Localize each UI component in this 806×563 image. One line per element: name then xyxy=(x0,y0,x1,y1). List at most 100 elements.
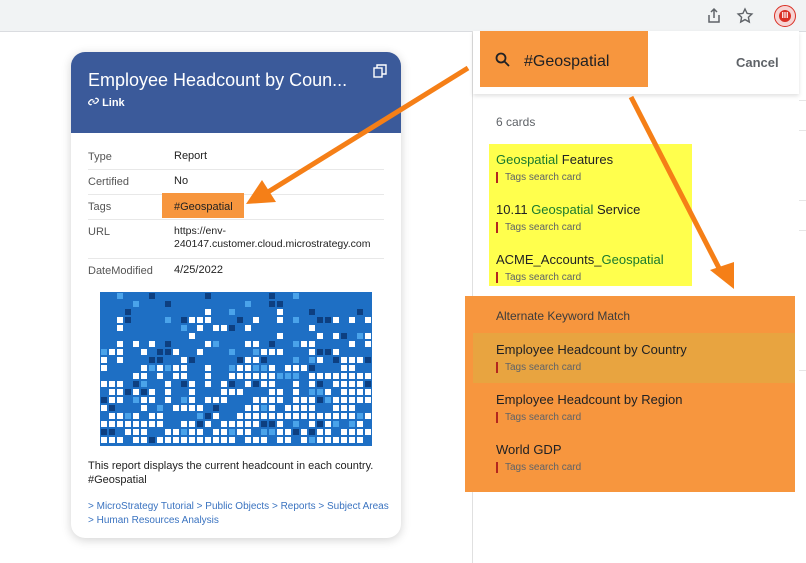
thumbnail-cell xyxy=(101,349,107,355)
thumbnail-cell xyxy=(341,333,347,339)
thumbnail-cell xyxy=(301,405,307,411)
thumbnail-cell xyxy=(357,389,363,395)
thumbnail-cell xyxy=(237,317,243,323)
thumbnail-cell xyxy=(213,437,219,443)
thumbnail-cell xyxy=(133,389,139,395)
thumbnail-cell xyxy=(365,357,371,363)
microstrategy-extension-icon[interactable]: III xyxy=(774,5,796,27)
thumbnail-cell xyxy=(165,365,171,371)
breadcrumb-line[interactable]: > Human Resources Analysis xyxy=(88,515,219,526)
result-item[interactable]: ACME_Accounts_Geospatial Tags search car… xyxy=(496,252,664,283)
thumbnail-cell xyxy=(357,421,363,427)
result-item[interactable]: Employee Headcount by Country Tags searc… xyxy=(496,342,687,373)
star-icon[interactable] xyxy=(735,6,755,26)
thumbnail-cell xyxy=(245,357,251,363)
thumbnail-cell xyxy=(309,309,315,315)
thumbnail-cell xyxy=(181,421,187,427)
thumbnail-cell xyxy=(125,413,131,419)
thumbnail-cell xyxy=(293,373,299,379)
thumbnail-cell xyxy=(293,317,299,323)
breadcrumb[interactable]: > MicroStrategy Tutorial > Public Object… xyxy=(88,500,393,528)
thumbnail-cell xyxy=(141,381,147,387)
result-title: 10.11 Geospatial Service xyxy=(496,202,641,217)
result-item[interactable]: Geospatial Features Tags search card xyxy=(496,152,613,183)
thumbnail-cell xyxy=(261,373,267,379)
thumbnail-cell xyxy=(341,381,347,387)
thumbnail-cell xyxy=(149,413,155,419)
copy-icon[interactable] xyxy=(373,64,387,78)
thumbnail-cell xyxy=(109,437,115,443)
thumbnail-cell xyxy=(253,341,259,347)
share-icon[interactable] xyxy=(704,6,724,26)
thumbnail-cell xyxy=(237,429,243,435)
thumbnail-cell xyxy=(357,373,363,379)
thumbnail-cell xyxy=(205,317,211,323)
tag-value[interactable]: #Geospatial xyxy=(174,201,233,213)
thumbnail-cell xyxy=(349,397,355,403)
url-value[interactable]: https://env- 240147.customer.cloud.micro… xyxy=(174,225,370,251)
thumbnail-cell xyxy=(293,405,299,411)
breadcrumb-line[interactable]: > MicroStrategy Tutorial > Public Object… xyxy=(88,501,389,512)
link-icon xyxy=(88,97,102,109)
thumbnail-cell xyxy=(109,381,115,387)
thumbnail-cell xyxy=(253,373,259,379)
thumbnail-cell xyxy=(229,421,235,427)
thumbnail-cell xyxy=(349,405,355,411)
thumbnail-cell xyxy=(189,421,195,427)
search-header: #Geospatial Cancel xyxy=(473,31,799,94)
thumbnail-cell xyxy=(117,293,123,299)
thumbnail-cell xyxy=(293,365,299,371)
thumbnail-cell xyxy=(253,317,259,323)
thumbnail-cell xyxy=(157,365,163,371)
thumbnail-cell xyxy=(333,333,339,339)
result-item[interactable]: 10.11 Geospatial Service Tags search car… xyxy=(496,202,640,233)
cancel-button[interactable]: Cancel xyxy=(736,55,779,70)
thumbnail-cell xyxy=(277,309,283,315)
thumbnail-cell xyxy=(285,365,291,371)
thumbnail-cell xyxy=(245,381,251,387)
result-item[interactable]: World GDP Tags search card xyxy=(496,442,581,473)
thumbnail-cell xyxy=(245,437,251,443)
thumbnail-cell xyxy=(149,421,155,427)
thumbnail-cell xyxy=(149,437,155,443)
thumbnail-cell xyxy=(269,341,275,347)
thumbnail-cell xyxy=(269,429,275,435)
thumbnail-cell xyxy=(229,437,235,443)
thumbnail-cell xyxy=(101,357,107,363)
thumbnail-cell xyxy=(117,381,123,387)
thumbnail-cell xyxy=(221,429,227,435)
thumbnail-cell xyxy=(125,421,131,427)
thumbnail-cell xyxy=(293,413,299,419)
thumbnail-cell xyxy=(237,421,243,427)
thumbnail-cell xyxy=(261,397,267,403)
field-value: No xyxy=(174,175,189,187)
thumbnail-cell xyxy=(333,397,339,403)
thumbnail-cell xyxy=(349,381,355,387)
field-key: DateModified xyxy=(88,265,153,277)
result-item[interactable]: Employee Headcount by Region Tags search… xyxy=(496,392,682,423)
thumbnail-cell xyxy=(309,429,315,435)
search-input[interactable]: #Geospatial xyxy=(524,53,609,71)
thumbnail-cell xyxy=(109,349,115,355)
thumbnail-cell xyxy=(101,381,107,387)
thumbnail-cell xyxy=(357,381,363,387)
thumbnail-cell xyxy=(285,373,291,379)
match-text: Geospatial xyxy=(531,202,594,217)
thumbnail-cell xyxy=(133,341,139,347)
thumbnail-cell xyxy=(309,413,315,419)
thumbnail-cell xyxy=(277,397,283,403)
thumbnail-cell xyxy=(213,397,219,403)
field-value: Report xyxy=(174,150,208,162)
result-title: Geospatial Features xyxy=(496,152,614,167)
thumbnail-cell xyxy=(245,301,251,307)
thumbnail-cell xyxy=(133,421,139,427)
thumbnail-cell xyxy=(333,413,339,419)
card-link[interactable]: Link xyxy=(88,96,125,109)
thumbnail-cell xyxy=(237,413,243,419)
thumbnail-cell xyxy=(205,381,211,387)
thumbnail-cell xyxy=(109,421,115,427)
thumbnail-cell xyxy=(277,437,283,443)
thumbnail-cell xyxy=(109,389,115,395)
thumbnail-cell xyxy=(317,437,323,443)
thumbnail-cell xyxy=(149,293,155,299)
